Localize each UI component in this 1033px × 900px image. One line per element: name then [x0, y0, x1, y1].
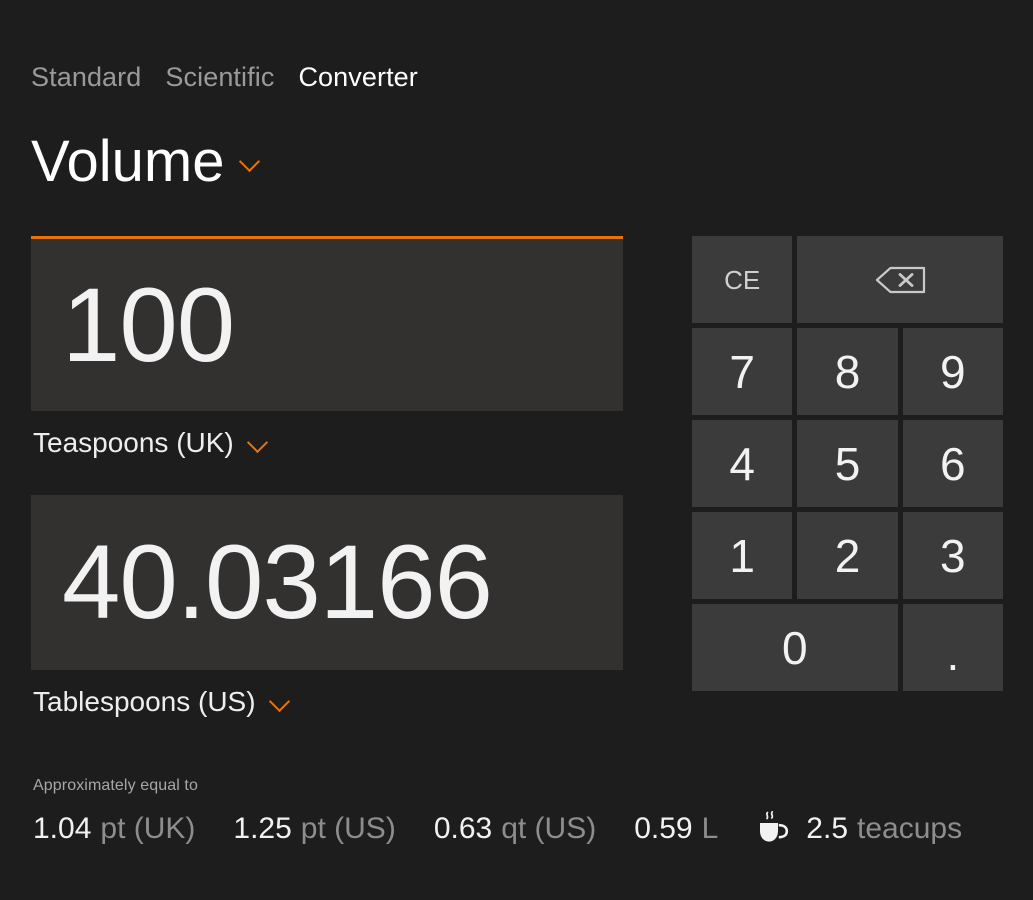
mode-tabs: Standard Scientific Converter	[31, 64, 418, 91]
tab-scientific[interactable]: Scientific	[165, 64, 274, 91]
digit-8-button[interactable]: 8	[797, 328, 898, 415]
list-item: 0.59 L	[634, 814, 718, 844]
chevron-down-icon	[247, 432, 269, 454]
list-item: 1.04 pt (UK)	[33, 814, 195, 844]
approximately-list: 1.04 pt (UK) 1.25 pt (US) 0.63 qt (US) 0…	[33, 811, 993, 847]
clear-entry-button[interactable]: CE	[692, 236, 793, 323]
digit-1-button[interactable]: 1	[692, 512, 793, 599]
output-unit-selector[interactable]: Tablespoons (US)	[33, 682, 623, 722]
approx-unit: pt (UK)	[100, 812, 196, 845]
approx-value: 2.5	[806, 812, 849, 845]
digit-6-button[interactable]: 6	[902, 420, 1003, 507]
backspace-icon	[876, 266, 926, 293]
list-item: 1.25 pt (US)	[233, 814, 395, 844]
output-value-box[interactable]: 40.03166	[31, 495, 623, 670]
input-value-box[interactable]: 100	[31, 236, 623, 411]
digit-0-button[interactable]: 0	[692, 604, 898, 691]
input-unit-selector[interactable]: Teaspoons (UK)	[33, 423, 623, 463]
approx-value: 0.63	[433, 812, 493, 845]
digit-3-button[interactable]: 3	[902, 512, 1003, 599]
approx-value: 1.25	[233, 812, 292, 845]
panel-spacer	[31, 463, 623, 495]
approximately-equal-section: Approximately equal to 1.04 pt (UK) 1.25…	[33, 778, 993, 847]
numeric-keypad: CE 7 8 9 4 5 6 1 2 3 0 .	[692, 236, 1003, 691]
approx-unit: qt (US)	[501, 812, 597, 845]
list-item: 0.63 qt (US)	[434, 814, 596, 844]
page-title: Volume	[31, 129, 225, 194]
output-value: 40.03166	[62, 530, 492, 635]
tab-converter[interactable]: Converter	[298, 64, 417, 91]
approx-unit: L	[701, 812, 719, 845]
approx-unit: teacups	[857, 812, 963, 845]
list-item: 2.5 teacups	[756, 811, 962, 847]
converter-panel: 100 Teaspoons (UK) 40.03166 Tablespoons …	[31, 236, 623, 722]
approximately-caption: Approximately equal to	[33, 777, 198, 794]
category-selector[interactable]: Volume	[31, 133, 261, 191]
digit-2-button[interactable]: 2	[797, 512, 898, 599]
chevron-down-icon	[269, 691, 291, 713]
digit-9-button[interactable]: 9	[902, 328, 1003, 415]
approx-value: 1.04	[33, 812, 92, 845]
chevron-down-icon	[239, 151, 261, 173]
approx-value: 0.59	[634, 812, 693, 845]
teacup-icon	[760, 811, 789, 842]
backspace-button[interactable]	[797, 236, 1003, 323]
output-unit-label: Tablespoons (US)	[33, 686, 256, 717]
digit-5-button[interactable]: 5	[797, 420, 898, 507]
digit-4-button[interactable]: 4	[692, 420, 793, 507]
decimal-point-button[interactable]: .	[902, 604, 1003, 691]
approx-unit: pt (US)	[300, 812, 396, 845]
digit-7-button[interactable]: 7	[692, 328, 793, 415]
tab-standard[interactable]: Standard	[31, 64, 141, 91]
input-value: 100	[62, 272, 235, 378]
input-unit-label: Teaspoons (UK)	[33, 427, 234, 458]
